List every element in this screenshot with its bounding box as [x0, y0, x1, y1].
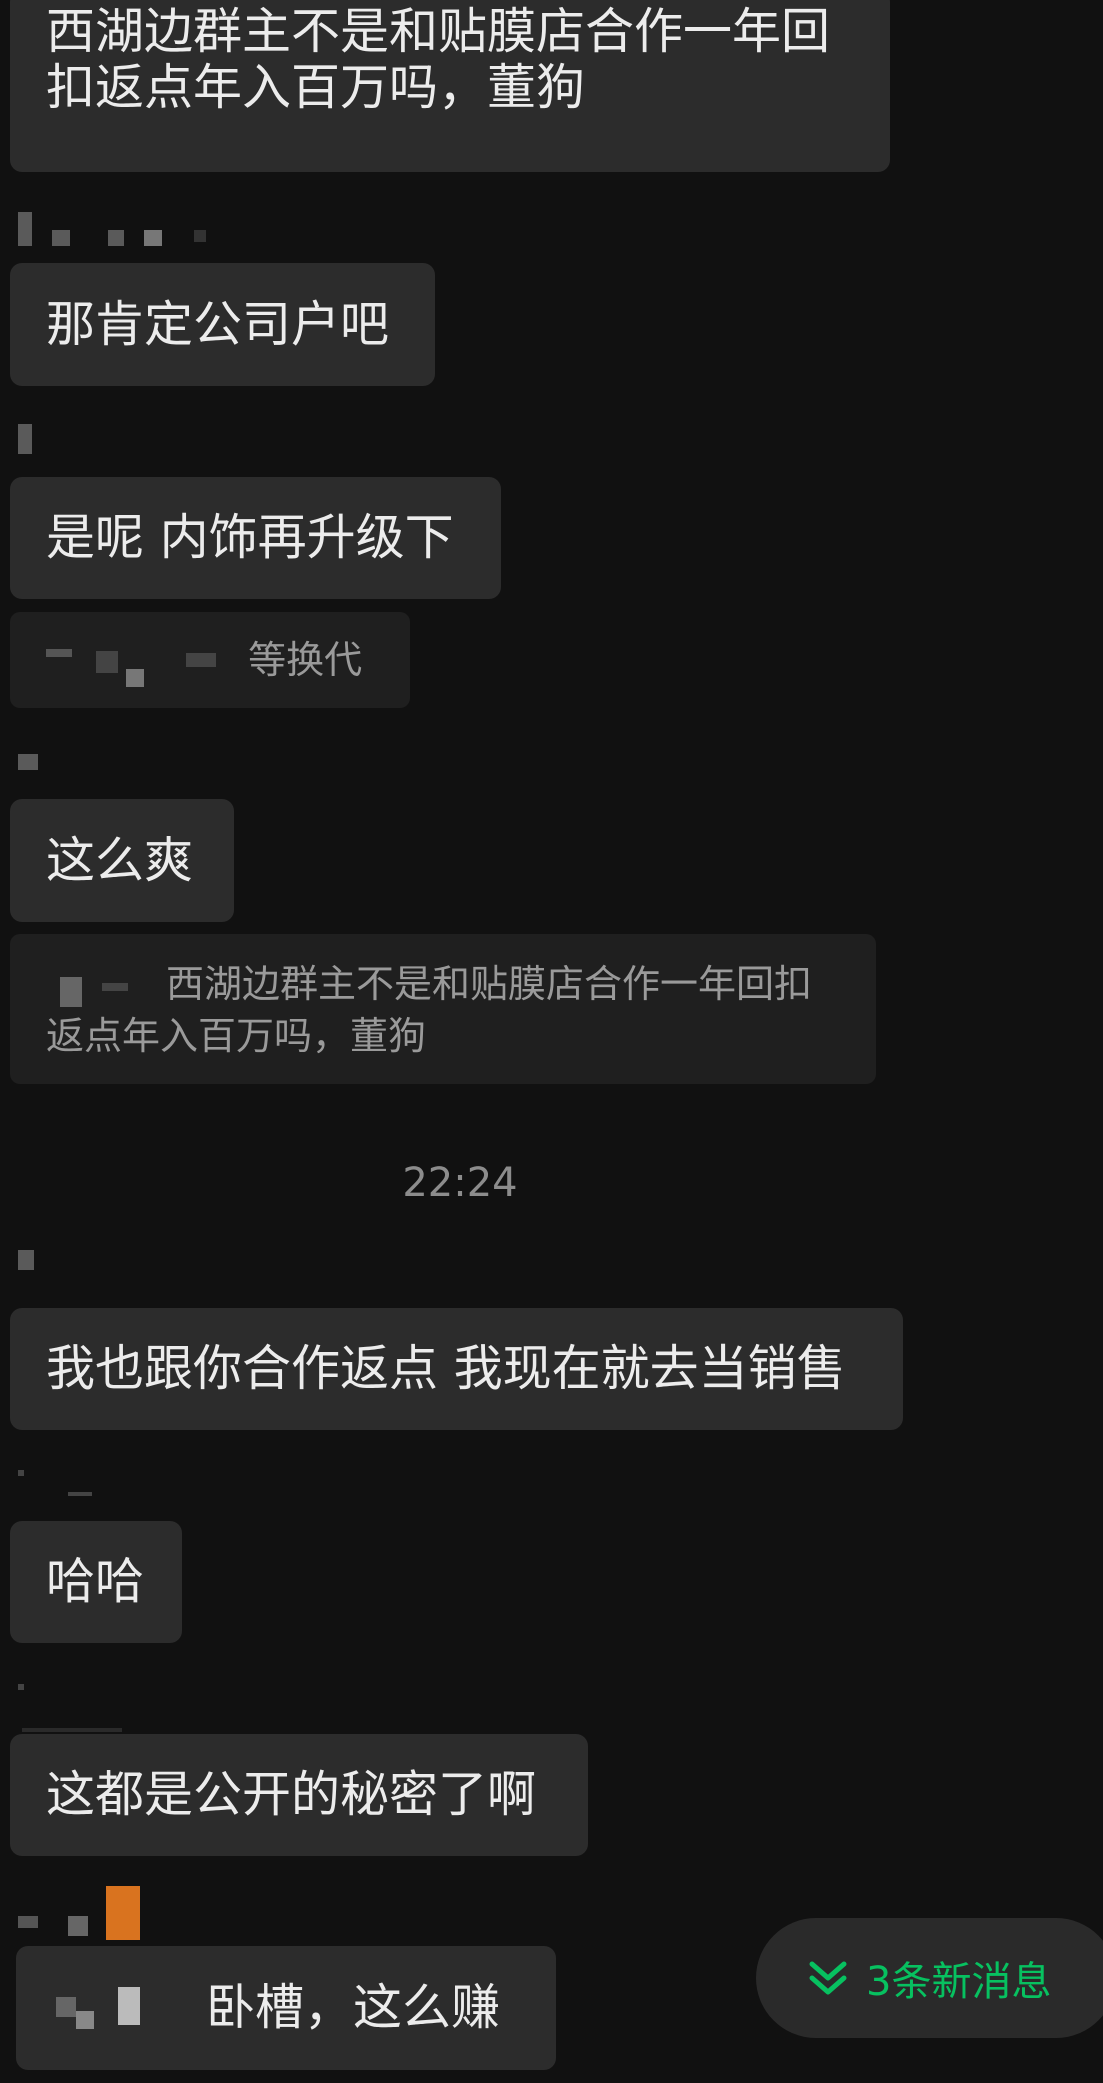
- message-bubble[interactable]: 是呢 内饰再升级下: [10, 477, 501, 599]
- quoted-message[interactable]: 西湖边群主不是和贴膜店合作一年回扣返点年入百万吗，董狗: [10, 934, 876, 1084]
- sender-name: [18, 1470, 98, 1498]
- avatar[interactable]: [106, 1886, 140, 1940]
- sender-name: [18, 1250, 58, 1278]
- message-text: 这都是公开的秘密了啊: [46, 1766, 537, 1823]
- sender-name: [18, 754, 58, 782]
- message-text: 那肯定公司户吧: [46, 296, 390, 353]
- message-bubble[interactable]: 哈哈: [10, 1521, 182, 1643]
- message-bubble[interactable]: 这都是公开的秘密了啊: [10, 1734, 588, 1856]
- new-messages-label: 3条新消息: [866, 1959, 1052, 2005]
- message-bubble[interactable]: 这么爽: [10, 799, 234, 922]
- sender-name: [18, 424, 58, 454]
- message-text: 我也跟你合作返点 我现在就去当销售: [46, 1340, 846, 1397]
- message-text: 卧槽，这么赚: [206, 1979, 501, 2036]
- new-messages-button[interactable]: 3条新消息: [756, 1918, 1103, 2038]
- message-text: 西湖边群主不是和贴膜店合作一年回扣返点年入百万吗，董狗: [46, 3, 831, 116]
- quote-sender-redacted: [46, 967, 166, 1007]
- message-text: 是呢 内饰再升级下: [46, 509, 454, 566]
- message-bubble[interactable]: 那肯定公司户吧: [10, 263, 435, 386]
- quoted-message[interactable]: 等换代: [10, 612, 410, 708]
- chat-message-list[interactable]: 西湖边群主不是和贴膜店合作一年回扣返点年入百万吗，董狗 那肯定公司户吧 是呢 内…: [0, 0, 1103, 2083]
- message-text: 哈哈: [46, 1553, 145, 1610]
- sender-name: [18, 1886, 178, 1946]
- sender-name: [18, 212, 218, 246]
- quote-text: 等换代: [248, 638, 363, 682]
- quote-sender-redacted: [46, 643, 236, 687]
- double-chevron-down-icon: [809, 1961, 847, 1995]
- message-bubble[interactable]: 卧槽，这么赚: [16, 1946, 556, 2070]
- message-text: 这么爽: [46, 832, 194, 889]
- sender-name: [18, 1684, 128, 1732]
- timestamp: 22:24: [402, 1160, 518, 1206]
- message-bubble[interactable]: 我也跟你合作返点 我现在就去当销售: [10, 1308, 903, 1430]
- message-bubble[interactable]: 西湖边群主不是和贴膜店合作一年回扣返点年入百万吗，董狗: [10, 0, 890, 172]
- message-sender-redacted: [56, 1986, 206, 2031]
